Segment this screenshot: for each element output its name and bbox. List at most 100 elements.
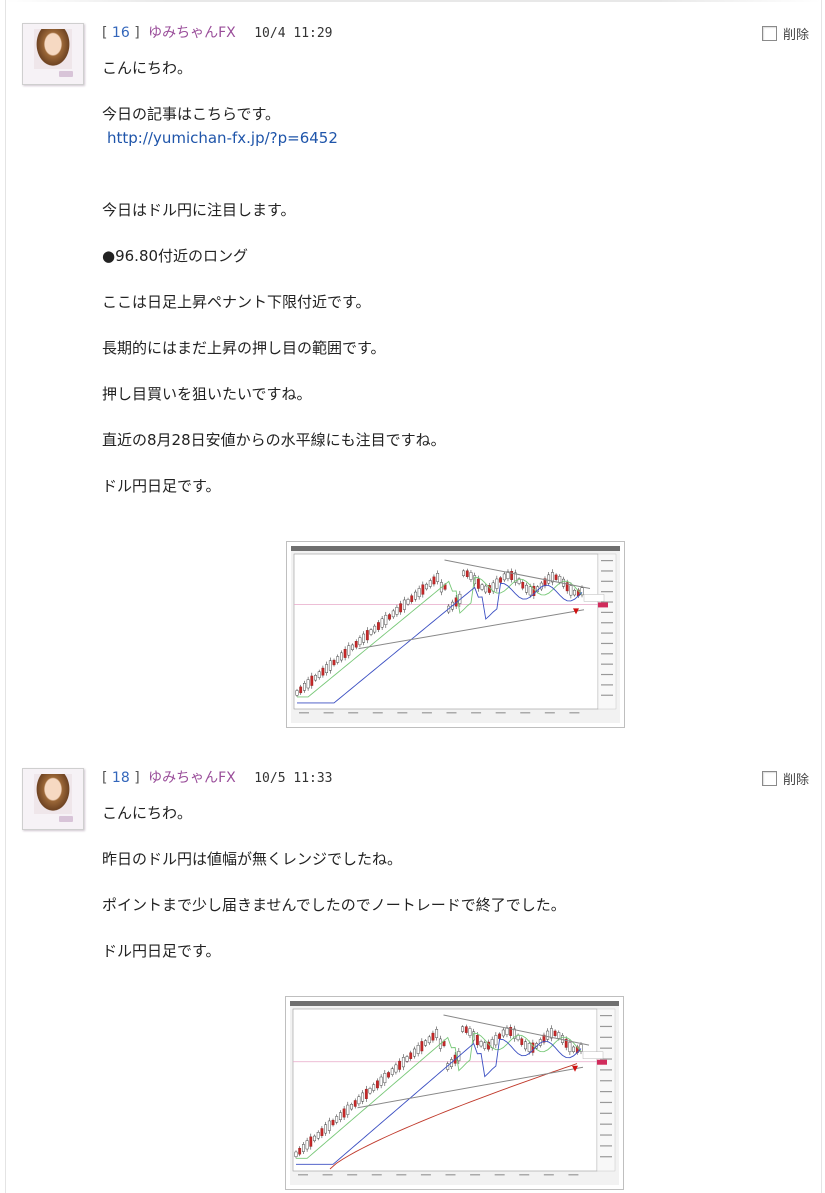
- chart-date-tick: [471, 712, 482, 714]
- chart-candle: [520, 1038, 524, 1045]
- post-16: [ 16 ] ゆみちゃんFX 10/4 11:29 削除 こんにちわ。 今日の記…: [5, 0, 822, 746]
- chart-candle: [468, 1028, 472, 1036]
- chart-candle: [410, 595, 414, 602]
- checkbox-icon[interactable]: [761, 25, 777, 41]
- chart-candle: [558, 576, 562, 583]
- chart-price-scale: [597, 553, 617, 710]
- delete-control[interactable]: 削除: [761, 23, 809, 43]
- chart-date-tick: [568, 1174, 579, 1176]
- chart-candle: [327, 1120, 331, 1131]
- chart-candle: [465, 570, 469, 577]
- chart-candle: [328, 660, 332, 671]
- chart-scale-tick: [600, 1025, 612, 1028]
- chart-candle: [476, 578, 480, 589]
- delete-label[interactable]: 削除: [783, 769, 809, 788]
- delete-label[interactable]: 削除: [783, 24, 809, 43]
- chart-candle: [572, 1046, 575, 1052]
- chart-candle: [484, 585, 488, 593]
- chart-scale-tick: [601, 694, 613, 696]
- chart-candle: [372, 1084, 376, 1091]
- post-line: ポイントまで少し届きませんでしたのでノートレードで終了でした。: [102, 896, 566, 914]
- chart-candle: [569, 585, 573, 596]
- chart-candle: [310, 675, 314, 686]
- chart-candle: [568, 1042, 572, 1053]
- chart-candle: [384, 614, 388, 625]
- chart-price-scale: [596, 1008, 616, 1172]
- chart-candle: [383, 1073, 387, 1084]
- chart-scale-tick: [600, 1069, 612, 1071]
- checkbox-icon[interactable]: [761, 770, 777, 786]
- chart-scale-tick: [600, 1112, 612, 1114]
- chart-candle: [358, 637, 362, 646]
- chart-candle: [376, 1080, 379, 1089]
- chart-candle: [498, 1033, 501, 1039]
- chart-scale-tick: [601, 684, 613, 686]
- chart-candle: [336, 656, 340, 663]
- chart-date-tick: [371, 1174, 382, 1176]
- avatar-image: [34, 774, 72, 814]
- chart-scale-tick: [601, 580, 613, 582]
- post-number[interactable]: 16: [112, 25, 130, 41]
- chart-scale-tick: [600, 1156, 612, 1158]
- avatar-frame-mark: [59, 816, 73, 822]
- chart-date-tick: [420, 1174, 431, 1176]
- chart-candle: [475, 1035, 479, 1046]
- chart-candle: [339, 1112, 342, 1120]
- chart-candle: [479, 1041, 483, 1047]
- chart-scale-tick: [600, 1091, 612, 1093]
- post-date: 10/4 11:29: [254, 26, 333, 41]
- chart-candle: [354, 641, 358, 648]
- chart-candle: [325, 664, 329, 674]
- chart-date-tick: [348, 712, 359, 714]
- chart-candle: [406, 599, 410, 605]
- chart-date-tick: [543, 1174, 554, 1176]
- chart-candle: [501, 1029, 505, 1037]
- chart-candle: [554, 574, 558, 580]
- chart-scale-tick: [600, 1047, 612, 1049]
- chart-candle: [294, 1151, 298, 1157]
- post-18: [ 18 ] ゆみちゃんFX 10/5 11:33 削除 こんにちわ。 昨日のド…: [5, 745, 822, 1193]
- usdjpy-daily-chart-image[interactable]: [285, 996, 624, 1190]
- chart-candle: [494, 1035, 498, 1046]
- chart-candle: [309, 1136, 313, 1147]
- chart-candle: [317, 671, 321, 678]
- chart-candle: [502, 573, 506, 581]
- chart-candle: [343, 649, 347, 658]
- chart-scale-tick: [601, 642, 613, 645]
- profile-photo-icon[interactable]: [22, 768, 84, 830]
- chart-candle: [416, 1045, 420, 1054]
- chart-candle: [340, 652, 343, 661]
- post-author[interactable]: ゆみちゃんFX: [148, 25, 236, 41]
- chart-date-tick: [520, 712, 531, 714]
- post-number[interactable]: 18: [112, 770, 130, 786]
- chart-candle: [331, 1119, 335, 1126]
- chart-candle: [324, 1124, 328, 1134]
- chart-titlebar: [290, 1001, 619, 1006]
- post-date: 10/5 11:33: [254, 771, 333, 786]
- chart-scale-tick: [601, 663, 613, 665]
- chart-scale-tick: [601, 591, 613, 593]
- article-link[interactable]: http://yumichan-fx.jp/?p=6452: [102, 126, 338, 150]
- post-author[interactable]: ゆみちゃんFX: [148, 770, 236, 786]
- post-line: 押し目買いを狙いたいですね。: [102, 385, 312, 403]
- usdjpy-daily-chart-image[interactable]: [286, 541, 625, 728]
- delete-control[interactable]: 削除: [761, 768, 809, 788]
- chart-candle: [391, 610, 395, 618]
- post-line: ●96.80付近のロング: [102, 247, 249, 265]
- chart-candle: [424, 1040, 427, 1046]
- profile-photo-icon[interactable]: [22, 23, 84, 85]
- post-body: こんにちわ。 今日の記事はこちらです。 http://yumichan-fx.j…: [102, 56, 782, 498]
- chart-scale-tick: [601, 653, 613, 655]
- post-line: 長期的にはまだ上昇の押し目の範囲です。: [102, 339, 386, 357]
- chart-candle: [499, 577, 502, 583]
- chart-candle: [316, 1132, 320, 1139]
- chart-candle: [483, 1042, 487, 1049]
- chart-candle: [295, 690, 299, 696]
- chart-price-box: [582, 1051, 604, 1059]
